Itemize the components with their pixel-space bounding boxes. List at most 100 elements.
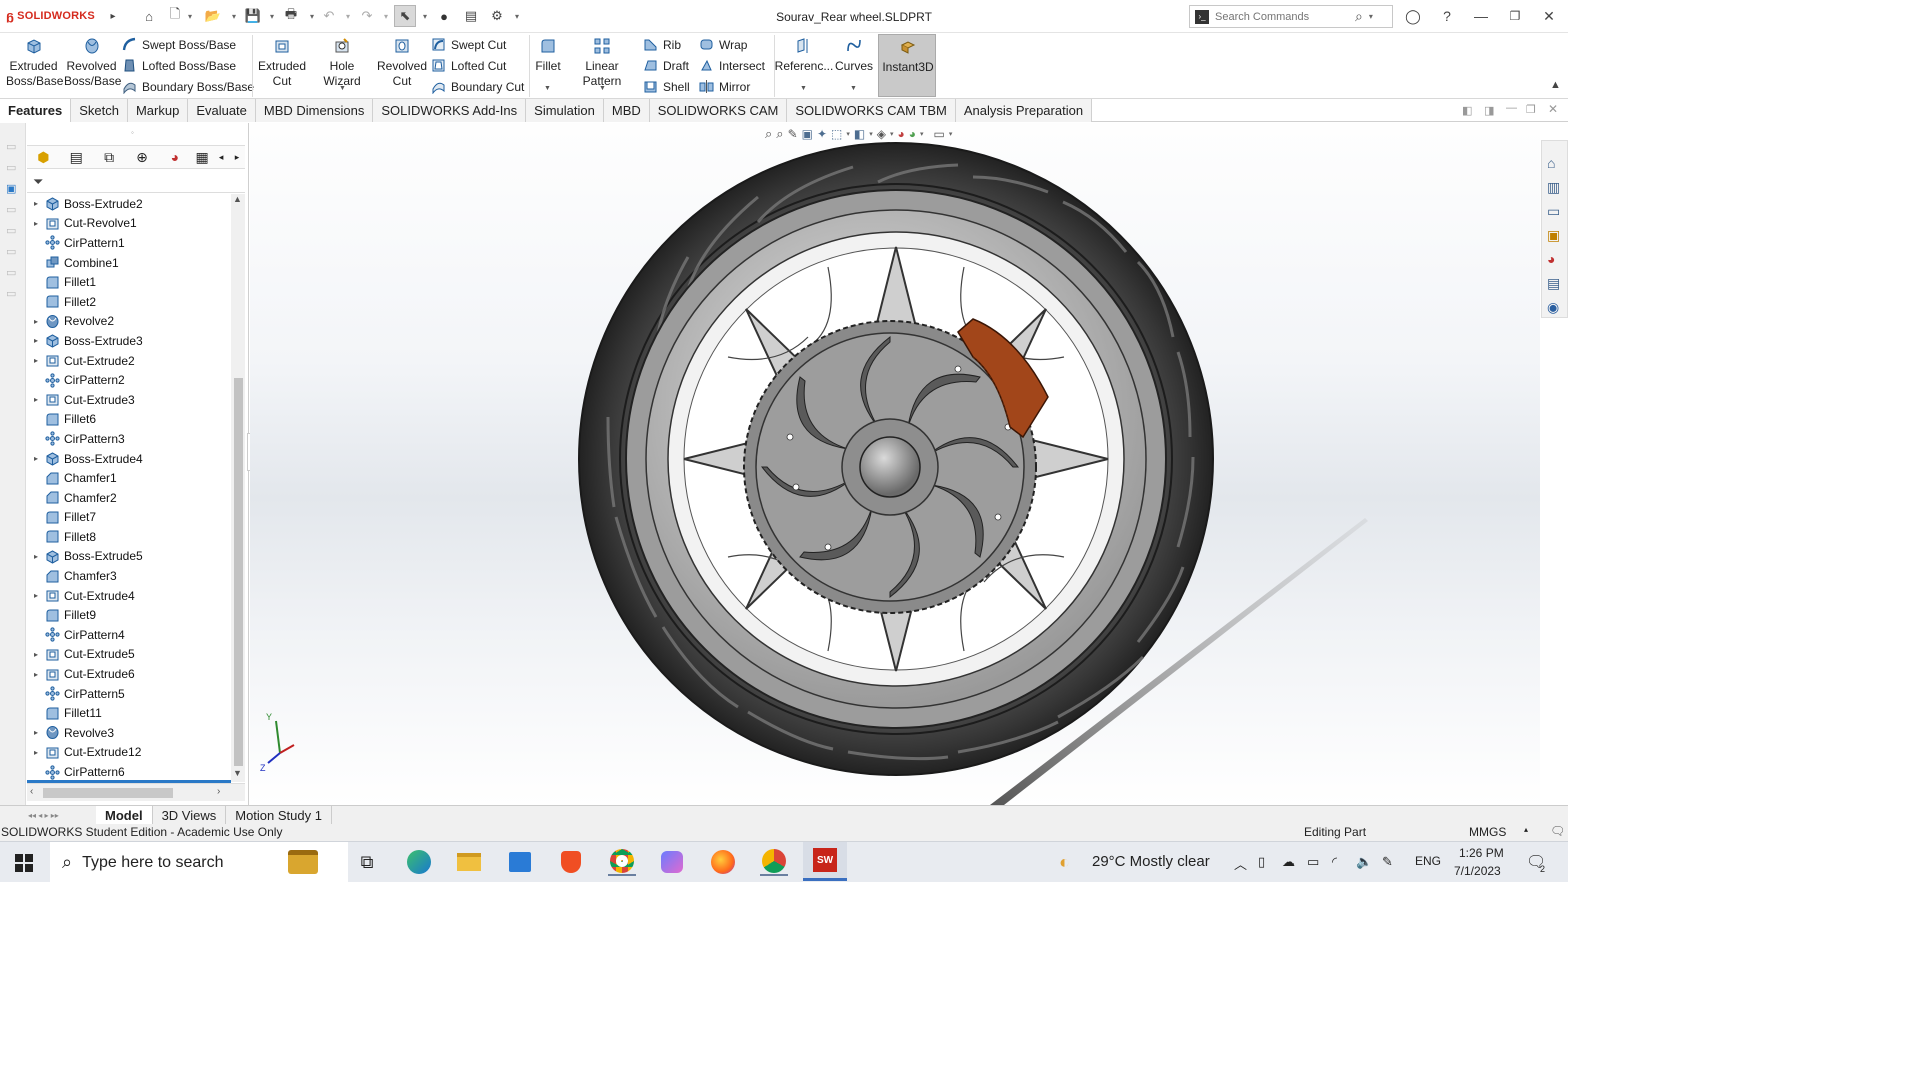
appearances-icon[interactable]: ◕ (1547, 247, 1560, 271)
linear-pattern-dropdown-icon[interactable]: ▼ (599, 85, 606, 92)
scroll-left-icon[interactable]: ‹ (30, 786, 33, 797)
task-view-icon[interactable]: ⧉ (353, 848, 381, 876)
tree-node[interactable]: ▸ Boss-Extrude4 (27, 449, 231, 469)
tab-motion-study-1[interactable]: Motion Study 1 (226, 805, 332, 825)
strip-tool-icon[interactable]: ▭ (6, 221, 16, 242)
tab-3d-views[interactable]: 3D Views (153, 805, 227, 825)
fillet-button[interactable]: Fillet (533, 35, 563, 74)
rear-wheel-model[interactable] (578, 137, 1218, 782)
clock-date[interactable]: 7/1/2023 (1454, 864, 1501, 878)
shell-button[interactable]: Shell (643, 79, 690, 94)
reference-geometry-button[interactable]: Referenc... (775, 35, 833, 74)
copilot-icon[interactable] (658, 848, 686, 876)
pen-workspace-icon[interactable]: ✎ (1382, 854, 1393, 870)
tree-horizontal-scrollbar[interactable]: ‹ › (27, 783, 245, 801)
expand-arrow-icon[interactable]: ▸ (27, 356, 45, 365)
tabs-scroll-right-icon[interactable]: ▸ (229, 146, 245, 168)
edge-browser-icon[interactable] (405, 848, 433, 876)
tree-node[interactable]: CirPattern6 (27, 762, 231, 782)
expand-arrow-icon[interactable]: ▸ (27, 591, 45, 600)
strip-active-tool-icon[interactable]: ▣ (6, 179, 16, 200)
firefox-icon[interactable] (709, 848, 737, 876)
file-explorer-icon[interactable]: ▭ (1547, 199, 1560, 223)
show-hidden-icons-icon[interactable]: ︿ (1234, 854, 1247, 873)
tab-simulation[interactable]: Simulation (526, 99, 604, 122)
tab-mbd-dimensions[interactable]: MBD Dimensions (255, 99, 374, 122)
lofted-boss-button[interactable]: Lofted Boss/Base (122, 58, 236, 73)
tree-node[interactable]: ▸ Cut-Extrude6 (27, 664, 231, 684)
close-icon[interactable]: ✕ (1538, 6, 1560, 26)
tab-markup[interactable]: Markup (127, 99, 189, 122)
minimize-icon[interactable]: — (1470, 6, 1492, 26)
tree-node[interactable]: CirPattern3 (27, 429, 231, 449)
tab-solidworks-cam[interactable]: SOLIDWORKS CAM (649, 99, 788, 122)
tabs-scroll-left-icon[interactable]: ◂ (213, 146, 229, 168)
swept-cut-button[interactable]: Swept Cut (431, 37, 506, 52)
tab-solidworks-cam-tbm[interactable]: SOLIDWORKS CAM TBM (787, 99, 956, 122)
tree-scroll-thumb[interactable] (234, 378, 243, 766)
strip-tool-icon[interactable]: ▭ (6, 158, 16, 179)
tree-hscroll-thumb[interactable] (43, 788, 173, 798)
cam-manager-icon[interactable]: ▦ (191, 146, 213, 168)
extruded-boss-button[interactable]: Extruded Boss/Base (6, 35, 63, 89)
unit-system-selector[interactable]: MMGS (1469, 825, 1506, 839)
revolved-boss-button[interactable]: Revolved Boss/Base (64, 35, 121, 89)
expand-arrow-icon[interactable]: ▸ (27, 552, 45, 561)
intersect-button[interactable]: Intersect (699, 58, 765, 73)
tab-features[interactable]: Features (0, 99, 72, 122)
wrap-button[interactable]: Wrap (699, 37, 747, 52)
strip-tool-icon[interactable]: ▭ (6, 137, 16, 158)
tree-node[interactable]: CirPattern4 (27, 625, 231, 645)
search-dropdown-icon[interactable]: ▾ (1369, 12, 1373, 21)
search-commands-box[interactable]: ›_ ⌕ ▾ (1189, 5, 1393, 28)
tree-node[interactable]: Fillet6 (27, 410, 231, 430)
doc-close-icon[interactable]: ✕ (1548, 102, 1558, 116)
tree-node[interactable]: ▸ Cut-Extrude12 (27, 743, 231, 763)
curves-dropdown-icon[interactable]: ▼ (850, 85, 857, 92)
tree-node[interactable]: ▸ Cut-Extrude4 (27, 586, 231, 606)
scroll-down-icon[interactable]: ▼ (233, 768, 242, 778)
graphics-area[interactable]: ⌕ ⌕ ✎ ▣ ✦ ⬚ ▾ ◧ ▾ ◈ ▾ ◕ ◕ ▾ ▭ ▾ Y Z (250, 123, 1540, 805)
configurationmanager-icon[interactable]: ⧉ (93, 146, 126, 168)
design-library-icon[interactable]: ▥ (1547, 175, 1560, 199)
search-commands-input[interactable] (1215, 10, 1353, 23)
tab-mbd[interactable]: MBD (603, 99, 650, 122)
tree-vertical-scrollbar[interactable]: ▲ ▼ (231, 194, 245, 782)
custom-properties-icon[interactable]: ▤ (1547, 271, 1560, 295)
windows-start-icon[interactable] (15, 854, 33, 872)
expand-arrow-icon[interactable]: ▸ (27, 219, 45, 228)
tree-node[interactable]: Fillet9 (27, 605, 231, 625)
solidworks-resources-icon[interactable]: ⌂ (1547, 151, 1560, 175)
boundary-cut-button[interactable]: Boundary Cut (431, 79, 524, 94)
mirror-button[interactable]: Mirror (699, 79, 750, 94)
swept-boss-button[interactable]: Swept Boss/Base (122, 37, 236, 52)
expand-arrow-icon[interactable]: ▸ (27, 728, 45, 737)
tree-node[interactable]: Fillet11 (27, 703, 231, 723)
brave-browser-icon[interactable] (557, 848, 585, 876)
tree-node[interactable]: Fillet7 (27, 508, 231, 528)
tree-node[interactable]: ▸ Boss-Extrude5 (27, 547, 231, 567)
extruded-cut-button[interactable]: Extruded Cut (256, 35, 308, 89)
expand-arrow-icon[interactable]: ▸ (27, 199, 45, 208)
tree-node[interactable]: ▸ Boss-Extrude3 (27, 331, 231, 351)
reference-dropdown-icon[interactable]: ▼ (800, 85, 807, 92)
tree-node[interactable]: CirPattern5 (27, 684, 231, 704)
fillet-dropdown-icon[interactable]: ▼ (544, 85, 551, 92)
displaymanager-icon[interactable]: ◕ (158, 146, 191, 168)
strip-tool-icon[interactable]: ▭ (6, 200, 16, 221)
expand-arrow-icon[interactable]: ▸ (27, 670, 45, 679)
battery-icon[interactable]: ▭ (1307, 854, 1319, 870)
scroll-right-icon[interactable]: › (217, 786, 220, 797)
weather-icon[interactable]: ◐ (1059, 852, 1070, 873)
scroll-up-icon[interactable]: ▲ (233, 194, 242, 204)
tree-node[interactable]: CirPattern1 (27, 233, 231, 253)
tree-node[interactable]: ▸ Boss-Extrude2 (27, 194, 231, 214)
doc-minimize-icon[interactable]: — (1506, 102, 1517, 114)
tree-node[interactable]: Combine1 (27, 253, 231, 273)
boundary-boss-button[interactable]: Boundary Boss/Base (122, 79, 254, 94)
magnifier-icon[interactable]: ⌕ (1355, 8, 1363, 25)
tree-node[interactable]: ▸ Cut-Revolve1 (27, 214, 231, 234)
expand-arrow-icon[interactable]: ▸ (27, 317, 45, 326)
tab-scroll-arrows[interactable]: ◂◂ ◂ ▸ ▸▸ (0, 806, 96, 825)
tree-node[interactable]: ▸ Cut-Extrude2 (27, 351, 231, 371)
